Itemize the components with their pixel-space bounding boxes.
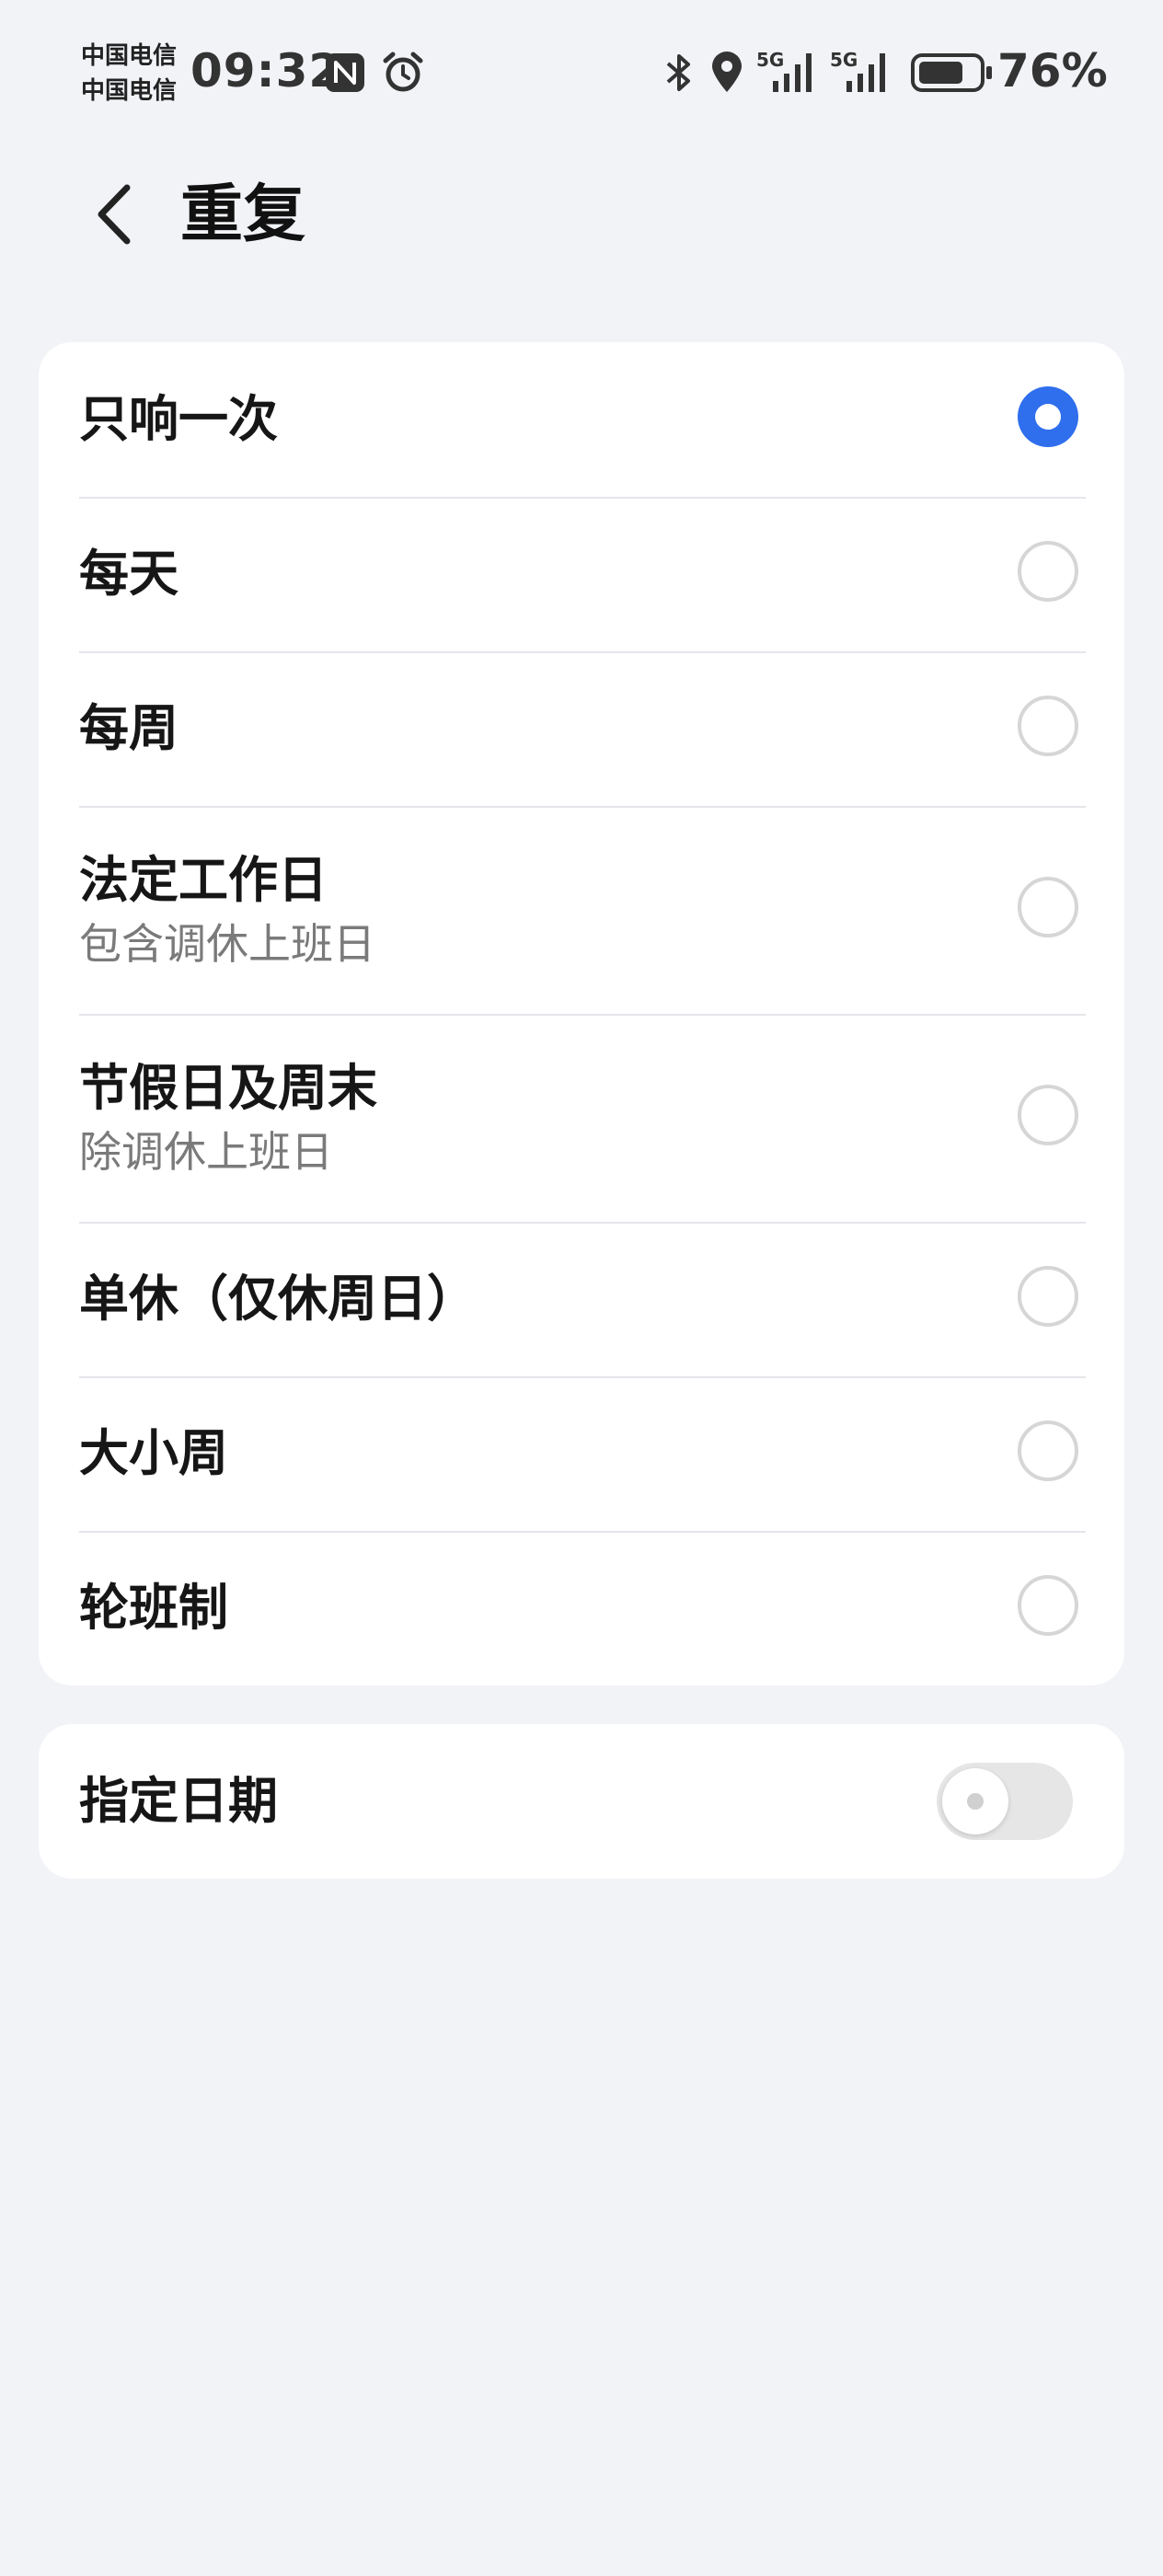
- status-bar: 中国电信 中国电信 09:32 5G 5G 76%: [0, 0, 1163, 147]
- specified-date-card: 指定日期: [39, 1724, 1124, 1879]
- radio-button[interactable]: [1018, 1575, 1078, 1636]
- carrier-names: 中国电信 中国电信: [81, 39, 191, 109]
- option-label: 大小周: [79, 1424, 228, 1482]
- location-icon: [712, 52, 742, 92]
- status-time: 09:32: [190, 44, 342, 98]
- option-ring-once[interactable]: 只响一次: [39, 342, 1124, 497]
- specified-date-toggle[interactable]: [937, 1763, 1073, 1840]
- alarm-icon: [383, 52, 423, 92]
- battery-percent: 76%: [997, 44, 1108, 98]
- nfc-icon: [326, 53, 364, 92]
- toggle-knob: [942, 1768, 1008, 1834]
- repeat-options-list: 只响一次 每天 每周 法定工作日 包含调休上班日 节假日及周末 除调休上班日 单…: [39, 342, 1124, 1685]
- radio-button[interactable]: [1018, 541, 1078, 602]
- option-label: 法定工作日: [79, 851, 328, 909]
- radio-button[interactable]: [1018, 386, 1078, 447]
- option-label: 轮班制: [79, 1579, 228, 1637]
- option-holidays-weekends[interactable]: 节假日及周末 除调休上班日: [39, 1014, 1124, 1222]
- specified-date-label: 指定日期: [79, 1772, 278, 1830]
- option-label: 节假日及周末: [79, 1059, 377, 1117]
- carrier-1: 中国电信: [81, 42, 178, 70]
- back-button[interactable]: [81, 173, 147, 256]
- option-description: 除调休上班日: [79, 1127, 333, 1177]
- signal-icon: 5G: [756, 50, 812, 92]
- signal-1-label: 5G: [756, 50, 784, 71]
- option-shift-work[interactable]: 轮班制: [39, 1531, 1124, 1685]
- radio-button[interactable]: [1018, 696, 1078, 756]
- page-title: 重复: [180, 178, 306, 251]
- signal-icon-2: 5G: [830, 50, 885, 92]
- option-label: 只响一次: [79, 390, 278, 448]
- option-description: 包含调休上班日: [79, 919, 375, 969]
- bluetooth-icon: [666, 54, 690, 91]
- radio-button[interactable]: [1018, 1420, 1078, 1481]
- chevron-left-icon: [98, 184, 131, 245]
- option-legal-workdays[interactable]: 法定工作日 包含调休上班日: [39, 806, 1124, 1014]
- carrier-2: 中国电信: [81, 77, 178, 105]
- signal-2-label: 5G: [830, 50, 858, 71]
- option-daily[interactable]: 每天: [39, 497, 1124, 651]
- option-label: 每天: [79, 545, 178, 603]
- option-label: 每周: [79, 699, 178, 757]
- option-weekly[interactable]: 每周: [39, 651, 1124, 806]
- option-label: 单休（仅休周日）: [79, 1270, 477, 1328]
- option-single-rest[interactable]: 单休（仅休周日）: [39, 1222, 1124, 1376]
- radio-button[interactable]: [1018, 877, 1078, 937]
- battery-icon: [911, 53, 992, 92]
- radio-button[interactable]: [1018, 1085, 1078, 1145]
- option-alternating-weeks[interactable]: 大小周: [39, 1376, 1124, 1531]
- radio-button[interactable]: [1018, 1266, 1078, 1327]
